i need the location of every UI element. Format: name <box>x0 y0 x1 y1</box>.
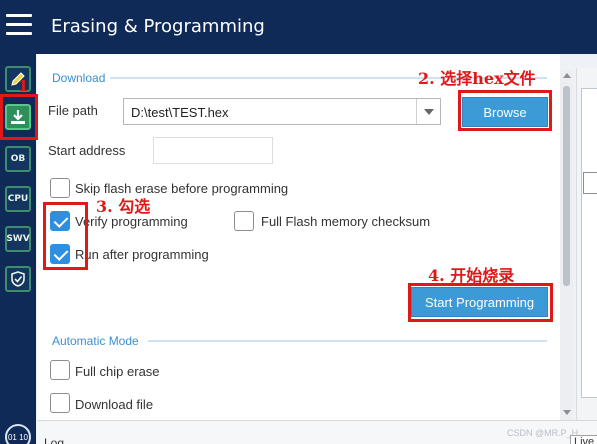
annotation-box-browse <box>458 90 552 131</box>
annotation-box-checkboxes <box>43 202 88 270</box>
option-bytes-icon[interactable]: OB <box>5 146 31 172</box>
title-bar: Erasing & Programming <box>0 0 597 54</box>
data-icon[interactable]: 01 10 <box>5 424 31 444</box>
annotation-box-sidebar <box>0 94 38 140</box>
scroll-thumb[interactable] <box>563 86 570 286</box>
menu-icon[interactable] <box>6 14 32 38</box>
swv-icon[interactable]: SWV <box>5 226 31 252</box>
right-panel <box>576 68 597 420</box>
scroll-up-icon[interactable] <box>563 73 571 78</box>
download-file-label: Download file <box>75 397 154 412</box>
full-checksum-checkbox[interactable] <box>234 211 254 231</box>
full-chip-erase-checkbox[interactable] <box>50 360 70 380</box>
annotation-step3: 3. 勾选 <box>96 197 151 216</box>
full-checksum-label: Full Flash memory checksum <box>261 214 431 229</box>
run-after-label: Run after programming <box>75 247 209 262</box>
download-file-checkbox[interactable] <box>50 393 70 413</box>
log-label: Log <box>44 436 65 444</box>
skip-erase-checkbox[interactable] <box>50 178 70 198</box>
right-panel-input[interactable] <box>583 172 597 194</box>
annotation-box-start <box>408 283 553 322</box>
security-shield-icon[interactable] <box>5 266 31 292</box>
annotation-step1: 1 <box>18 77 29 95</box>
chevron-down-icon[interactable] <box>416 99 440 124</box>
app-window: { "app": { "title": "Erasing & Programmi… <box>0 0 597 444</box>
full-chip-erase-label: Full chip erase <box>75 364 160 379</box>
file-path-select[interactable]: D:\test\TEST.hex <box>123 98 441 125</box>
cpu-icon[interactable]: CPU <box>5 186 31 212</box>
automatic-section-title: Automatic Mode <box>52 334 139 348</box>
section-divider <box>148 340 547 342</box>
vertical-scrollbar[interactable] <box>560 70 573 420</box>
annotation-step4: 4. 开始烧录 <box>428 266 515 285</box>
page-title: Erasing & Programming <box>51 16 265 37</box>
annotation-step2: 2. 选择hex文件 <box>418 69 536 88</box>
start-address-input[interactable] <box>153 137 273 164</box>
start-address-label: Start address <box>48 143 126 158</box>
scroll-down-icon[interactable] <box>563 410 571 415</box>
right-panel-frame <box>581 88 597 398</box>
download-section-title: Download <box>52 71 106 85</box>
file-path-label: File path <box>48 103 98 118</box>
file-path-value: D:\test\TEST.hex <box>131 105 229 120</box>
watermark: CSDN @MR.P_H <box>507 428 579 438</box>
